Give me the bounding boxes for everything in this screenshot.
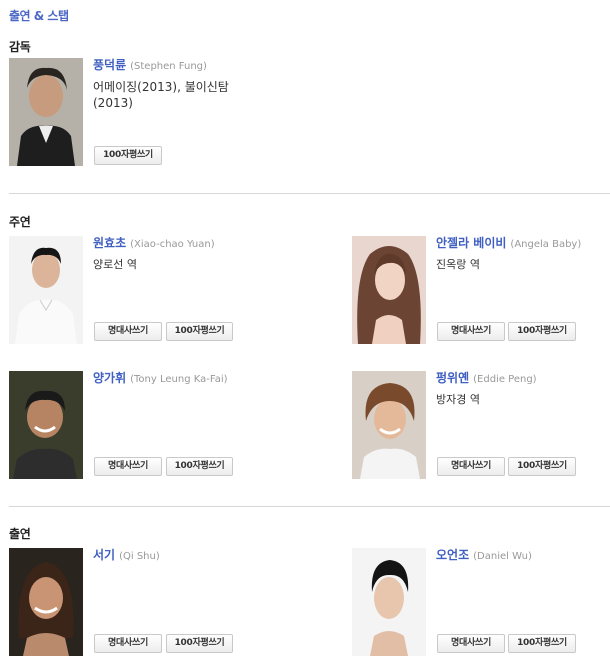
lead-quote-button-4[interactable]: 명대사쓰기 — [437, 457, 505, 476]
director-works-line1[interactable]: 어메이징(2013), 불이신탐 — [93, 79, 273, 95]
lead-review-button-1[interactable]: 100자평쓰기 — [166, 322, 233, 341]
lead-role-4: 방자경 역 — [436, 393, 480, 406]
director-photo[interactable] — [9, 58, 83, 166]
lead-role-2: 진옥랑 역 — [436, 258, 480, 271]
lead-card-1: 원효초 (Xiao-chao Yuan) 양로선 역 명대사쓰기 100자평쓰기 — [9, 236, 269, 344]
lead-en-name-3: (Tony Leung Ka-Fai) — [130, 374, 228, 385]
lead-name-link-4[interactable]: 펑위옌 — [436, 371, 469, 385]
group-label-director: 감독 — [9, 40, 31, 54]
lead-quote-button-3[interactable]: 명대사쓰기 — [94, 457, 162, 476]
cast-name-link-2[interactable]: 오언조 — [436, 548, 469, 562]
lead-quote-button-1[interactable]: 명대사쓰기 — [94, 322, 162, 341]
section-title: 출연 & 스탭 — [9, 9, 69, 23]
lead-name-link-1[interactable]: 원효초 — [93, 236, 126, 250]
lead-quote-button-2[interactable]: 명대사쓰기 — [437, 322, 505, 341]
cast-name-link-1[interactable]: 서기 — [93, 548, 115, 562]
lead-card-3: 양가휘 (Tony Leung Ka-Fai) 명대사쓰기 100자평쓰기 — [9, 371, 269, 479]
lead-photo-1[interactable] — [9, 236, 83, 344]
lead-en-name-1: (Xiao-chao Yuan) — [130, 239, 215, 250]
lead-card-2: 안젤라 베이비 (Angela Baby) 진옥랑 역 명대사쓰기 100자평쓰기 — [352, 236, 610, 344]
group-label-lead: 주연 — [9, 215, 31, 229]
cast-quote-button-2[interactable]: 명대사쓰기 — [437, 634, 505, 653]
lead-review-button-2[interactable]: 100자평쓰기 — [508, 322, 576, 341]
director-card: 풍덕륜 (Stephen Fung) 어메이징(2013), 불이신탐 (2013… — [9, 58, 269, 166]
lead-name-link-3[interactable]: 양가휘 — [93, 371, 126, 385]
lead-card-4: 펑위옌 (Eddie Peng) 방자경 역 명대사쓰기 100자평쓰기 — [352, 371, 610, 479]
cast-review-button-1[interactable]: 100자평쓰기 — [166, 634, 233, 653]
cast-photo-1[interactable] — [9, 548, 83, 656]
cast-en-name-1: (Qi Shu) — [119, 551, 160, 562]
director-works-line2: (2013) — [93, 96, 133, 110]
lead-en-name-2: (Angela Baby) — [510, 239, 582, 250]
lead-review-button-4[interactable]: 100자평쓰기 — [508, 457, 576, 476]
lead-photo-3[interactable] — [9, 371, 83, 479]
cast-photo-2[interactable] — [352, 548, 426, 656]
lead-photo-4[interactable] — [352, 371, 426, 479]
director-review-button[interactable]: 100자평쓰기 — [94, 146, 162, 165]
lead-photo-2[interactable] — [352, 236, 426, 344]
lead-role-1: 양로선 역 — [93, 258, 137, 271]
lead-name-link-2[interactable]: 안젤라 베이비 — [436, 236, 506, 250]
divider-2 — [9, 506, 610, 507]
director-name-link[interactable]: 풍덕륜 — [93, 58, 126, 72]
cast-en-name-2: (Daniel Wu) — [473, 551, 532, 562]
cast-quote-button-1[interactable]: 명대사쓰기 — [94, 634, 162, 653]
cast-review-button-2[interactable]: 100자평쓰기 — [508, 634, 576, 653]
group-label-cast: 출연 — [9, 527, 31, 541]
lead-review-button-3[interactable]: 100자평쓰기 — [166, 457, 233, 476]
lead-en-name-4: (Eddie Peng) — [473, 374, 537, 385]
director-en-name: (Stephen Fung) — [130, 61, 207, 72]
divider-1 — [9, 193, 610, 194]
cast-card-2: 오언조 (Daniel Wu) 명대사쓰기 100자평쓰기 — [352, 548, 610, 656]
cast-card-1: 서기 (Qi Shu) 명대사쓰기 100자평쓰기 — [9, 548, 269, 656]
